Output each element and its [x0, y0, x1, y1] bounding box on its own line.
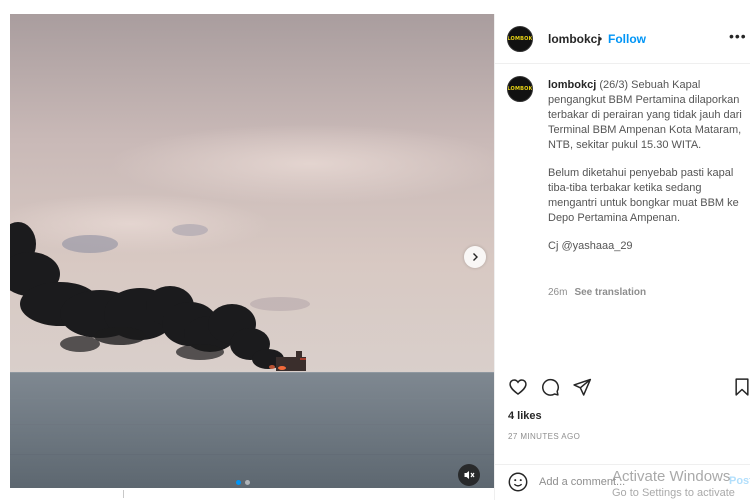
- carousel-next-button[interactable]: [464, 246, 486, 268]
- post-header: LOMBOK lombokcj • Follow •••: [495, 14, 750, 64]
- caption-paragraph: Belum diketahui penyebab pasti kapal tib…: [548, 167, 739, 224]
- see-translation-button[interactable]: See translation: [574, 287, 646, 298]
- comment-button[interactable]: [539, 376, 561, 398]
- mute-button[interactable]: [458, 464, 480, 486]
- heart-icon: [509, 379, 527, 396]
- bookmark-icon: [735, 378, 749, 396]
- share-icon: [573, 378, 592, 396]
- avatar-logo-text: LOMBOK: [507, 86, 533, 92]
- comment-input[interactable]: [539, 473, 699, 491]
- timestamp-short: 26m: [548, 287, 568, 298]
- carousel-dot: [245, 480, 250, 485]
- caption-paragraph: lombokcj (26/3) Sebuah Kapal pengangkut …: [548, 78, 748, 153]
- caption-body: lombokcj (26/3) Sebuah Kapal pengangkut …: [548, 78, 748, 267]
- separator-dot: •: [598, 32, 603, 46]
- share-button[interactable]: [571, 376, 593, 398]
- follow-button[interactable]: Follow: [608, 32, 646, 46]
- bottom-edge: [0, 488, 494, 500]
- mute-icon: [464, 471, 475, 479]
- likes-count[interactable]: 4 likes: [508, 410, 542, 422]
- emoji-icon[interactable]: [507, 471, 529, 493]
- post-side-panel: LOMBOK lombokcj • Follow ••• LOMBOK lomb…: [494, 14, 750, 500]
- divider: [123, 490, 124, 498]
- post-media-video[interactable]: [10, 14, 494, 488]
- caption-username-link[interactable]: lombokcj: [548, 79, 596, 91]
- action-bar: [495, 374, 750, 402]
- carousel-dot: [236, 480, 241, 485]
- save-button[interactable]: [731, 376, 750, 398]
- ship-fire-photo: [10, 14, 494, 488]
- caption-meta: 26m See translation: [548, 287, 646, 298]
- more-options-button[interactable]: •••: [729, 28, 747, 44]
- username-link[interactable]: lombokcj: [548, 32, 601, 46]
- carousel-indicator: [236, 480, 250, 485]
- avatar[interactable]: LOMBOK: [507, 26, 533, 52]
- caption-credit: Cj @yashaaa_29: [548, 240, 633, 252]
- like-button[interactable]: [507, 376, 529, 398]
- chevron-right-icon: [473, 253, 478, 261]
- avatar[interactable]: LOMBOK: [507, 76, 533, 102]
- post-comment-button[interactable]: Post: [729, 475, 750, 487]
- comment-bar: Post: [495, 464, 750, 500]
- timestamp-long[interactable]: 27 MINUTES AGO: [508, 432, 580, 441]
- avatar-logo-text: LOMBOK: [507, 36, 533, 42]
- comment-icon: [542, 378, 560, 396]
